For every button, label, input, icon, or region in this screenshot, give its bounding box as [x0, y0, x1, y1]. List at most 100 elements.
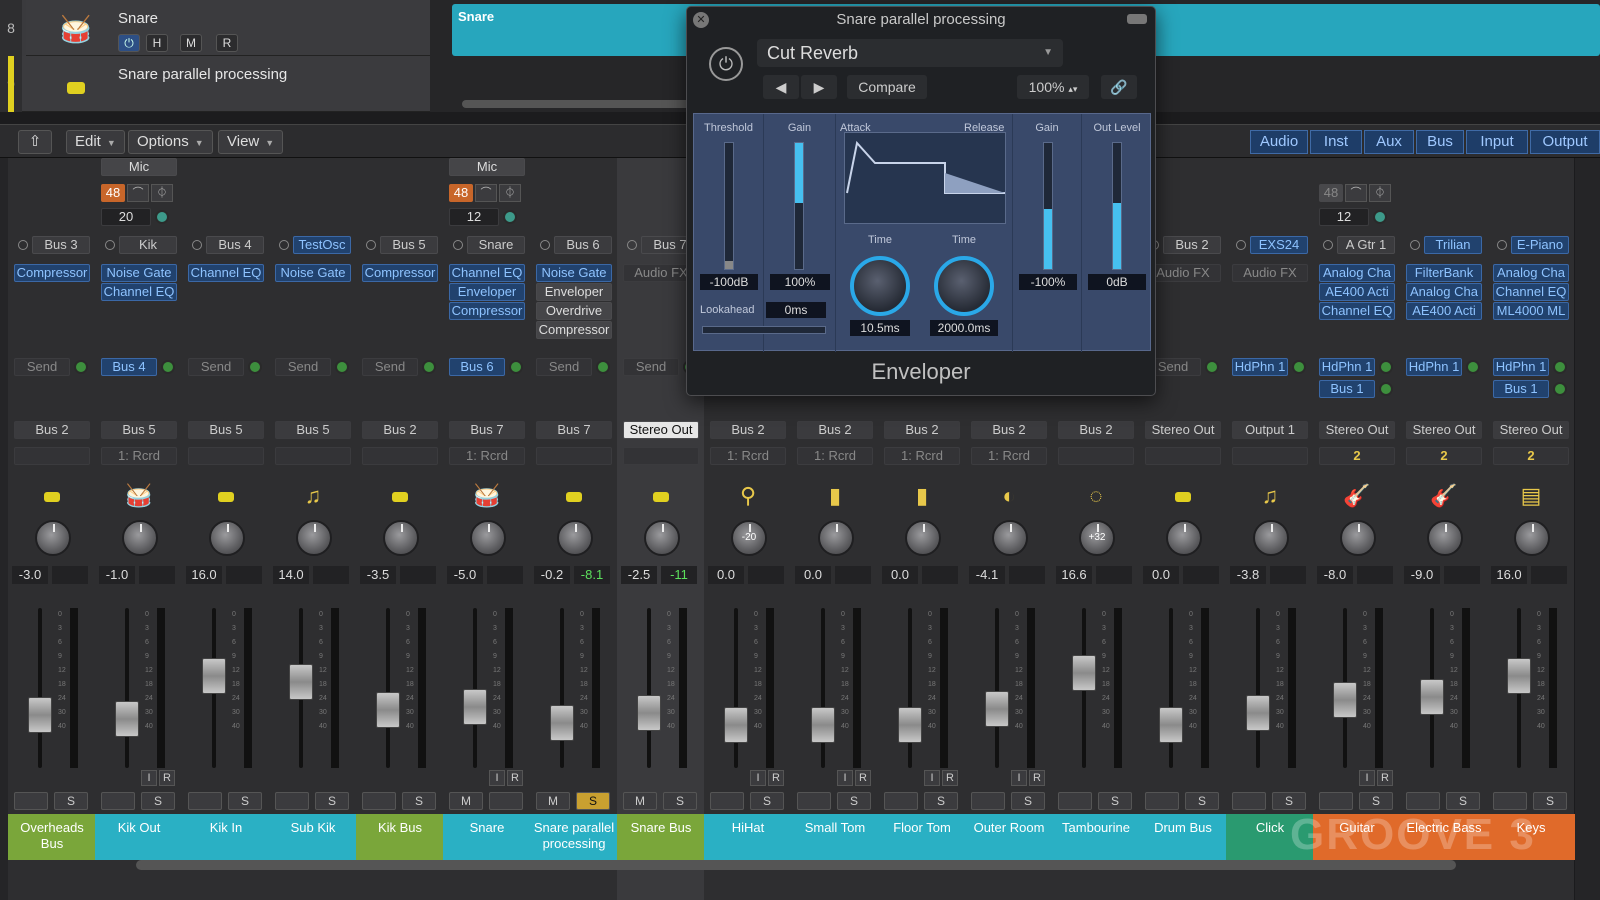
solo-button[interactable]: S	[54, 792, 88, 810]
insert-slot[interactable]: Noise Gate	[275, 264, 351, 282]
next-preset-icon[interactable]: ▶	[801, 75, 837, 99]
gain-slider[interactable]	[794, 142, 804, 270]
volume-fader[interactable]	[724, 707, 748, 744]
channel-strip[interactable]: TestOsc Noise Gate Send Bus 5 ♫ 14.0 0 3 6 9 12 18 2…	[269, 158, 357, 900]
fader-track[interactable]	[995, 608, 999, 768]
gain-value[interactable]: 100%	[770, 274, 830, 290]
input-slot[interactable]: EXS24	[1250, 236, 1308, 254]
fader-track[interactable]	[125, 608, 129, 768]
output-slot[interactable]: Stereo Out	[1493, 421, 1569, 439]
fader-track[interactable]	[734, 608, 738, 768]
mute-button[interactable]	[971, 792, 1005, 810]
record-enable-button[interactable]: R	[942, 770, 958, 786]
send-slot[interactable]: Send	[536, 358, 592, 376]
channel-strip[interactable]: Mic 48 ⌒ ⏀ 20 Kik Noise Gate Channel EQ Bus 4 Bus…	[95, 158, 183, 900]
mute-button[interactable]	[1319, 792, 1353, 810]
volume-value[interactable]: -5.0	[447, 566, 483, 584]
volume-value[interactable]: 16.6	[1056, 566, 1092, 584]
channel-name[interactable]: Sub Kik	[269, 814, 357, 860]
up-arrow-icon[interactable]: ⇧	[18, 130, 52, 154]
fader-track[interactable]	[821, 608, 825, 768]
channel-strip[interactable]: 48 ⌒ ⏀ 12 A Gtr 1 Analog Cha AE400 Acti Channel…	[1313, 158, 1401, 900]
waveform-icon[interactable]: ⌒	[1345, 184, 1367, 202]
release-time-knob[interactable]	[934, 256, 994, 316]
channel-name[interactable]: Drum Bus	[1139, 814, 1227, 860]
insert-slot[interactable]: ML4000 ML	[1493, 302, 1569, 320]
insert-slot[interactable]: Enveloper	[536, 283, 612, 301]
channel-strip[interactable]: Bus 3 Compressor Send Bus 2 -3.0 0 3 6 9 12 18 24 30…	[8, 158, 96, 900]
send-slot[interactable]: Send	[362, 358, 418, 376]
power-icon[interactable]: ⏻	[709, 47, 743, 81]
input-monitor-icon[interactable]	[503, 210, 517, 224]
pan-knob[interactable]: -20	[731, 520, 767, 556]
volume-value[interactable]: -3.0	[12, 566, 48, 584]
output-slot[interactable]: Bus 2	[797, 421, 873, 439]
input-slot[interactable]: Bus 4	[206, 236, 264, 254]
output-slot[interactable]: Bus 2	[884, 421, 960, 439]
automation-mode[interactable]	[1058, 447, 1134, 465]
solo-button[interactable]: S	[750, 792, 784, 810]
automation-mode[interactable]	[14, 447, 90, 465]
pan-knob[interactable]	[1253, 520, 1289, 556]
send-level-knob[interactable]	[509, 360, 523, 374]
output-slot[interactable]: Bus 5	[101, 421, 177, 439]
fader-track[interactable]	[386, 608, 390, 768]
out-level-slider[interactable]	[1112, 142, 1122, 270]
solo-button[interactable]: S	[663, 792, 697, 810]
automation-mode[interactable]	[275, 447, 351, 465]
input-format-icon[interactable]	[1236, 240, 1246, 250]
input-number[interactable]: 12	[449, 208, 499, 226]
insert-slot[interactable]: Analog Cha	[1319, 264, 1395, 282]
channel-strip[interactable]: E-Piano Analog Cha Channel EQ ML4000 ML HdPh…	[1487, 158, 1575, 900]
solo-button[interactable]: S	[402, 792, 436, 810]
volume-value[interactable]: 0.0	[882, 566, 918, 584]
output-slot[interactable]: Bus 2	[710, 421, 786, 439]
input-monitor-icon[interactable]	[1373, 210, 1387, 224]
solo-button[interactable]: S	[1359, 792, 1393, 810]
mute-button[interactable]	[1058, 792, 1092, 810]
minimize-icon[interactable]	[1127, 14, 1147, 24]
volume-fader[interactable]	[1159, 707, 1183, 744]
volume-fader[interactable]	[1333, 682, 1357, 719]
out-level-value[interactable]: 0dB	[1088, 274, 1146, 290]
volume-value[interactable]: 14.0	[273, 566, 309, 584]
record-enable-button[interactable]: R	[507, 770, 523, 786]
pan-knob[interactable]	[1514, 520, 1550, 556]
input-type-button[interactable]: Mic	[449, 158, 525, 176]
channel-strip[interactable]: Bus 4 Channel EQ Send Bus 5 16.0 0 3 6 9 12 18 24 30…	[182, 158, 270, 900]
track-hide-button[interactable]: H	[146, 34, 168, 52]
automation-mode[interactable]	[536, 447, 612, 465]
input-slot[interactable]: E-Piano	[1511, 236, 1569, 254]
send-level-knob[interactable]	[74, 360, 88, 374]
channel-name[interactable]: Kik In	[182, 814, 270, 860]
output-slot[interactable]: Bus 2	[1058, 421, 1134, 439]
channel-name[interactable]: Snare parallel processing	[530, 814, 618, 860]
mute-button[interactable]	[710, 792, 744, 810]
volume-fader[interactable]	[550, 704, 574, 741]
send-slot[interactable]: Bus 4	[101, 358, 157, 376]
insert-slot[interactable]: Channel EQ	[101, 283, 177, 301]
output-slot[interactable]: Bus 2	[14, 421, 90, 439]
pan-knob[interactable]	[470, 520, 506, 556]
filter-audio[interactable]: Audio	[1250, 130, 1308, 154]
volume-fader[interactable]	[1072, 655, 1096, 692]
pan-knob[interactable]	[1427, 520, 1463, 556]
solo-button[interactable]: S	[141, 792, 175, 810]
mute-button[interactable]	[884, 792, 918, 810]
pan-knob[interactable]	[35, 520, 71, 556]
volume-fader[interactable]	[898, 707, 922, 744]
pan-knob[interactable]	[644, 520, 680, 556]
mute-button[interactable]	[101, 792, 135, 810]
input-monitor-button[interactable]: I	[141, 770, 157, 786]
mute-button[interactable]	[275, 792, 309, 810]
mute-button[interactable]: M	[449, 792, 483, 810]
filter-inst[interactable]: Inst	[1310, 130, 1362, 154]
send-slot-2[interactable]: Bus 1	[1319, 380, 1375, 398]
envelope-display[interactable]	[844, 132, 1006, 224]
send-slot[interactable]: Send	[275, 358, 331, 376]
edit-menu[interactable]: Edit ▼	[66, 130, 125, 154]
volume-value[interactable]: 0.0	[1143, 566, 1179, 584]
insert-slot[interactable]: AE400 Acti	[1319, 283, 1395, 301]
send-slot[interactable]: HdPhn 1	[1232, 358, 1288, 376]
output-slot[interactable]: Bus 5	[275, 421, 351, 439]
